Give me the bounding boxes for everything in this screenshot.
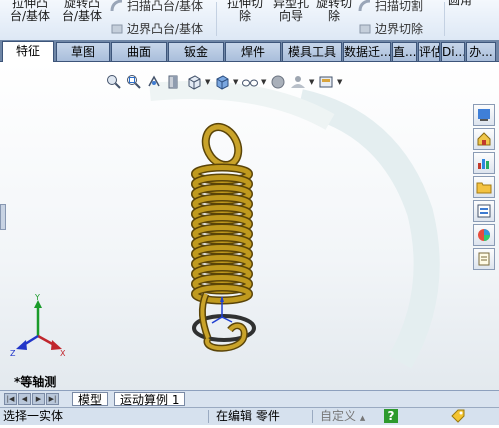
status-bar: 选择一实体 在编辑 零件 自定义 ▲ ? [0,407,499,425]
ribbon-divider [216,2,217,36]
revolve-cut-button[interactable]: 旋转切 除 [314,0,354,23]
extrude-boss-button[interactable]: 拉伸凸 台/基体 [6,0,54,23]
boundary-cut-button[interactable]: 边界切除 [358,20,423,37]
sweep-boss-label: 扫描凸台/基体 [127,0,204,13]
tab-model[interactable]: 模型 [72,392,109,407]
status-divider [312,410,313,423]
rebuild-tag-icon[interactable] [450,409,466,428]
chevron-down-icon[interactable]: ▼ [261,78,267,86]
hide-show-icon[interactable] [241,73,259,91]
resources-icon[interactable] [473,104,495,126]
command-manager-ribbon: 拉伸凸 台/基体 旋转凸 台/基体 扫描凸台/基体 边界凸台/基体 拉伸切 除 … [0,0,499,41]
boundary-boss-label: 边界凸台/基体 [127,22,204,36]
feature-manager-expand-handle[interactable] [0,204,6,230]
heads-up-view-toolbar: ▼ ▼ ▼ ▼ ▼ [105,72,343,92]
next-tab-icon[interactable]: ▶ [32,393,45,405]
sweep-cut-button[interactable]: 扫描切割 [358,0,423,14]
tab-weldments[interactable]: 焊件 [225,42,281,61]
chevron-down-icon[interactable]: ▼ [337,78,343,86]
tab-features[interactable]: 特征 [2,41,54,62]
fillet-button[interactable]: 圆角 [448,0,472,7]
last-tab-icon[interactable]: ▶| [46,393,59,405]
tab-evaluate[interactable]: 评估 [418,42,440,61]
view-palette-icon[interactable] [473,200,495,222]
tab-surfaces[interactable]: 曲面 [111,42,167,61]
command-manager-tabs: 特征 草图 曲面 钣金 焊件 模具工具 数据迁... 直... 评估 Di...… [0,40,499,62]
custom-properties-icon[interactable] [473,248,495,270]
boundary-boss-button[interactable]: 边界凸台/基体 [110,20,203,37]
zoom-area-icon[interactable] [125,73,143,91]
prev-tab-icon[interactable]: ◀ [18,393,31,405]
display-style-icon[interactable] [213,73,231,91]
folder-icon[interactable] [473,176,495,198]
tab-direct-editing[interactable]: 直... [392,42,417,61]
scene-icon[interactable] [289,73,307,91]
task-pane [473,104,497,272]
first-tab-icon[interactable]: |◀ [4,393,17,405]
spring-model[interactable] [170,122,290,352]
sweep-boss-button[interactable]: 扫描凸台/基体 [110,0,203,14]
units-arrow-icon: ▲ [359,414,366,422]
graphics-area[interactable]: ▼ ▼ ▼ ▼ ▼ Y X Z *等轴测 [0,62,499,390]
appearances-icon[interactable] [473,224,495,246]
zoom-to-fit-icon[interactable] [105,73,123,91]
view-settings-icon[interactable] [317,73,335,91]
triad-z-label: Z [10,349,16,358]
chevron-down-icon[interactable]: ▼ [309,78,315,86]
tab-sheet-metal[interactable]: 钣金 [168,42,224,61]
model-tab-bar: |◀ ◀ ▶ ▶| 模型 运动算例 1 [0,390,499,407]
tab-motion-study-1[interactable]: 运动算例 1 [114,392,186,407]
extrude-cut-button[interactable]: 拉伸切 除 [222,0,268,23]
chevron-down-icon[interactable]: ▼ [205,78,211,86]
status-divider [208,410,209,423]
view-orientation-icon[interactable] [185,73,203,91]
status-mode: 在编辑 零件 [216,409,280,423]
sweep-boss-icon [110,0,123,11]
sweep-cut-icon [358,0,371,11]
tab-office[interactable]: 办... [466,42,496,61]
edit-appearance-icon[interactable] [269,73,287,91]
sweep-cut-label: 扫描切割 [375,0,424,13]
hole-wizard-button[interactable]: 异型孔 向导 [268,0,314,23]
triad-y-label: Y [34,294,40,302]
view-orientation-label: *等轴测 [14,375,57,389]
units-selector[interactable]: 自定义 ▲ [320,408,365,427]
boundary-boss-icon [111,24,123,33]
revolve-boss-button[interactable]: 旋转凸 台/基体 [58,0,106,23]
file-explorer-icon[interactable] [473,152,495,174]
boundary-cut-label: 边界切除 [375,22,424,36]
help-icon[interactable]: ? [384,409,398,423]
design-library-icon[interactable] [473,128,495,150]
units-label: 自定义 [320,409,357,423]
status-message: 选择一实体 [3,409,64,423]
spring-coils [191,163,253,305]
triad-x-label: X [60,349,66,358]
boundary-cut-icon [359,24,371,33]
tab-sketch[interactable]: 草图 [56,42,110,61]
reference-triad: Y X Z [10,294,66,358]
tab-mold-tools[interactable]: 模具工具 [282,42,342,61]
ribbon-divider [444,2,445,36]
tab-dimxpert[interactable]: Di... [441,42,465,61]
previous-view-icon[interactable] [145,73,163,91]
section-view-icon[interactable] [165,73,183,91]
tab-data-migration[interactable]: 数据迁... [343,42,391,61]
chevron-down-icon[interactable]: ▼ [233,78,239,86]
